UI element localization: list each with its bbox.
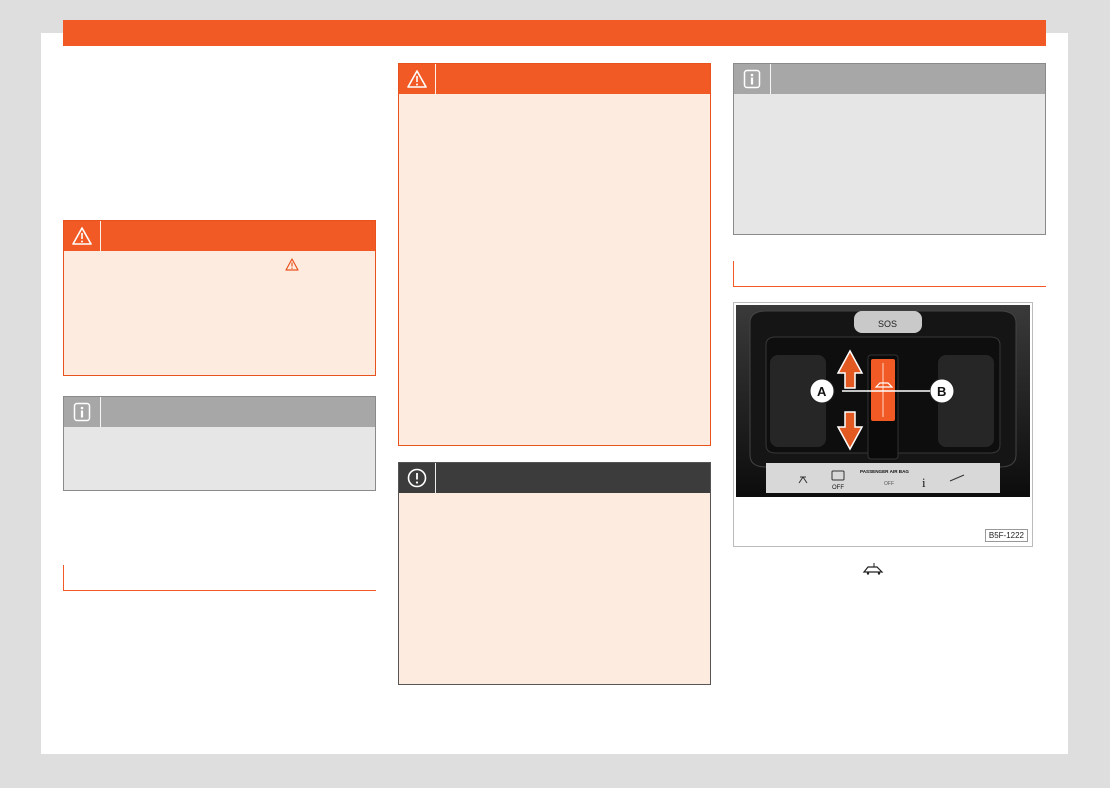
panel-off-small: OFF	[884, 481, 894, 487]
section-marker	[63, 565, 64, 591]
figure-overhead-console: SOS A B OFF PASSENGER AIR BAG OFF i B5F-…	[733, 302, 1033, 547]
header-divider	[100, 397, 101, 427]
panel-info-symbol: i	[922, 475, 926, 490]
warning-box-2	[398, 63, 711, 446]
warning-box-1	[63, 220, 376, 376]
section-rule	[63, 590, 376, 591]
info-icon	[734, 64, 770, 94]
warning-box-header	[399, 64, 710, 94]
header-divider	[435, 64, 436, 94]
panel-airbag-label: PASSENGER AIR BAG	[860, 469, 909, 474]
inline-warning-icon	[285, 258, 299, 276]
info-box-1	[63, 396, 376, 491]
notice-box-header	[399, 463, 710, 493]
sos-label: SOS	[878, 319, 897, 329]
console-photo: SOS A B OFF PASSENGER AIR BAG OFF i	[736, 305, 1030, 497]
header-divider	[770, 64, 771, 94]
warning-triangle-icon	[64, 221, 100, 251]
info-box-header	[734, 64, 1045, 94]
exclamation-circle-icon	[399, 463, 435, 493]
info-icon	[64, 397, 100, 427]
notice-box	[398, 462, 711, 685]
warning-triangle-icon	[399, 64, 435, 94]
info-box-2	[733, 63, 1046, 235]
callout-b: B	[937, 384, 946, 399]
car-profile-icon	[862, 562, 886, 581]
section-marker	[733, 261, 734, 287]
panel-off-label: OFF	[832, 485, 844, 491]
callout-a: A	[817, 384, 827, 399]
header-divider	[435, 463, 436, 493]
header-divider	[100, 221, 101, 251]
header-bar	[63, 20, 1046, 46]
section-rule	[733, 286, 1046, 287]
figure-code: B5F-1222	[984, 529, 1028, 542]
info-box-header	[64, 397, 375, 427]
warning-box-header	[64, 221, 375, 251]
